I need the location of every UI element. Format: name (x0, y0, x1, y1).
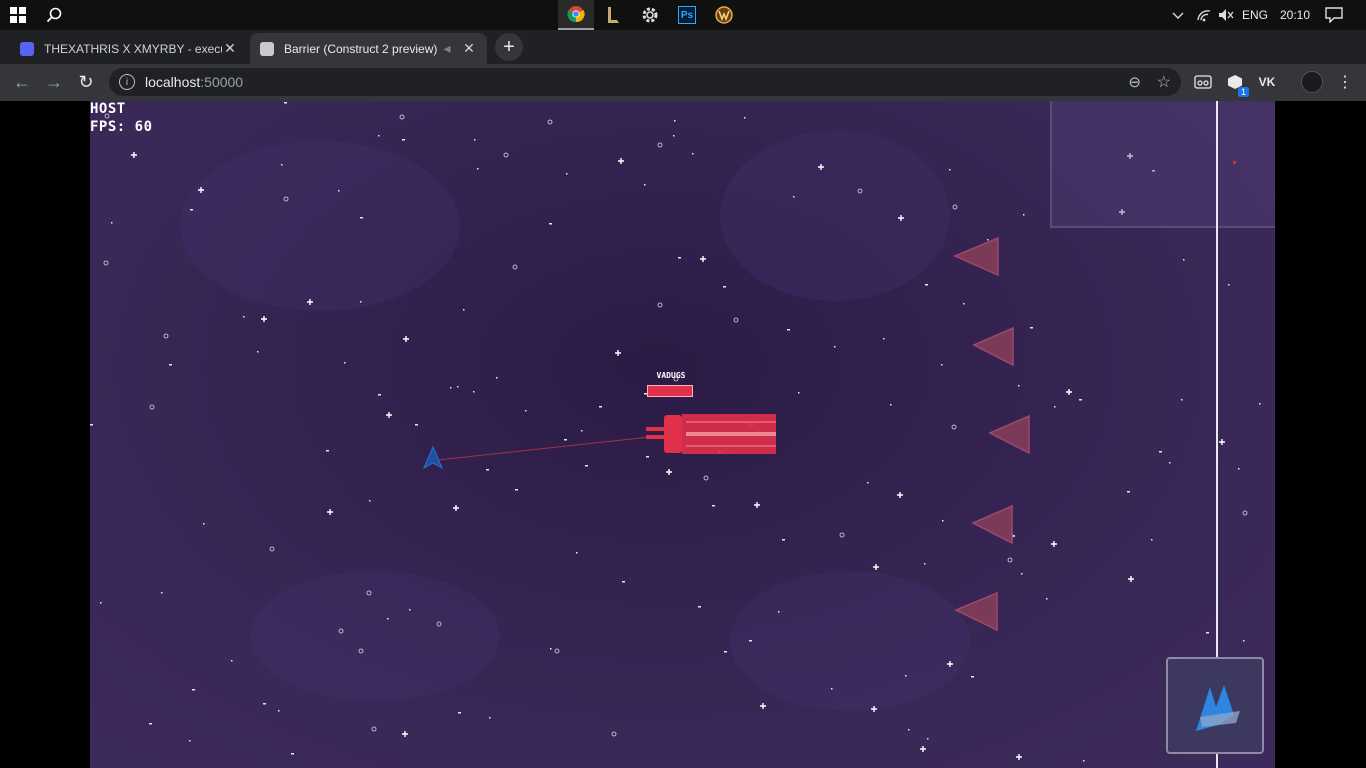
browser-tab-strip: THEXATHRIS X XMYRBY - execute ✕ Barrier … (0, 30, 1366, 85)
enemy-ship[interactable] (954, 591, 998, 632)
page-favicon-icon (260, 41, 274, 56)
wifi-icon[interactable] (1193, 0, 1215, 30)
tab-title: THEXATHRIS X XMYRBY - execute (44, 41, 222, 56)
bookmark-star-icon[interactable]: ☆ (1157, 72, 1171, 92)
browser-toolbar: ← → ↻ i localhost :50000 ⊖ ☆ 1 VK ⋮ (0, 64, 1366, 101)
game-canvas[interactable]: HOST FPS: 60 VADUGS (90, 101, 1275, 768)
ext-badge: 1 (1237, 87, 1249, 97)
reload-icon[interactable]: ↻ (72, 68, 100, 96)
glasses-ext-icon[interactable] (1191, 70, 1215, 94)
player-ship[interactable] (422, 445, 444, 470)
close-tab-icon[interactable]: ✕ (222, 40, 238, 57)
enemy-ship[interactable] (953, 236, 999, 277)
enemy-ship[interactable] (971, 504, 1013, 545)
enemy-ship[interactable] (972, 326, 1014, 367)
address-bar[interactable]: i localhost :50000 ⊖ ☆ (109, 68, 1181, 96)
warcraft-icon[interactable] (706, 0, 742, 30)
forward-arrow-icon[interactable]: → (40, 68, 68, 96)
windows-start-icon[interactable] (0, 0, 36, 30)
tray-chevron-up-icon[interactable] (1168, 0, 1188, 30)
windows-taskbar: Ps ENG 20:10 (0, 0, 1366, 30)
clock[interactable]: 20:10 (1276, 0, 1314, 30)
volume-muted-icon[interactable] (1215, 0, 1237, 30)
cube-ext-icon[interactable]: 1 (1223, 70, 1249, 97)
laser-beam (437, 436, 651, 461)
tab-audio-icon[interactable]: ◂ (439, 40, 455, 57)
settings-gear-icon[interactable] (632, 0, 668, 30)
page-viewport: HOST FPS: 60 VADUGS (0, 101, 1366, 768)
vk-ext-icon[interactable]: VK (1255, 70, 1279, 94)
avatar-ext-icon[interactable] (1300, 70, 1324, 94)
close-tab-icon[interactable]: ✕ (461, 40, 477, 57)
avatar (1301, 71, 1323, 93)
tab-discord[interactable]: THEXATHRIS X XMYRBY - execute ✕ (10, 33, 248, 64)
enemy-ship[interactable] (988, 414, 1030, 455)
tab-title: Barrier (Construct 2 preview) (284, 41, 438, 56)
player-portrait[interactable] (1166, 657, 1264, 754)
zoom-icon[interactable]: ⊖ (1128, 73, 1141, 91)
url-host: localhost (145, 74, 201, 90)
action-center-icon[interactable] (1320, 0, 1348, 30)
photoshop-label: Ps (678, 6, 696, 24)
language-indicator[interactable]: ENG (1239, 0, 1271, 30)
menu-kebab-icon[interactable]: ⋮ (1333, 70, 1357, 94)
site-info-icon[interactable]: i (119, 74, 135, 90)
chat-favicon-icon (20, 41, 34, 56)
chrome-icon[interactable] (558, 0, 594, 30)
url-port: :50000 (200, 74, 244, 90)
boss-ship[interactable] (646, 414, 776, 454)
ship-portrait-icon (1196, 684, 1240, 731)
enemy-group (953, 236, 1030, 632)
combat-layer (422, 236, 1030, 632)
new-tab-button[interactable]: + (495, 33, 523, 61)
tab-barrier-preview[interactable]: Barrier (Construct 2 preview) ◂ ✕ (250, 33, 487, 64)
search-icon[interactable] (36, 0, 72, 30)
photoshop-icon[interactable]: Ps (669, 0, 705, 30)
back-arrow-icon[interactable]: ← (8, 68, 36, 96)
league-icon[interactable] (595, 0, 631, 30)
